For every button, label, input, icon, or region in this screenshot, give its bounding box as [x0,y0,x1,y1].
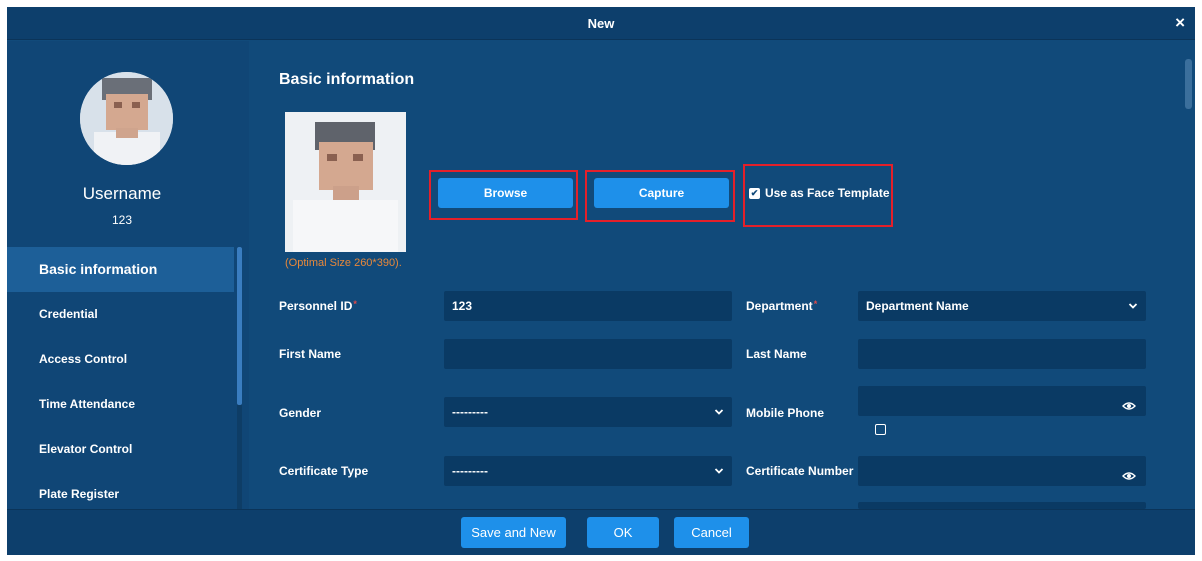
chevron-down-icon [1128,291,1138,332]
eye-icon[interactable] [1122,464,1136,494]
main-scrollbar-thumb[interactable] [1185,59,1192,109]
ok-button[interactable]: OK [587,517,659,548]
face-template-label: Use as Face Template [765,186,890,200]
main-scrollbar[interactable] [1185,59,1192,509]
face-template-checkbox[interactable]: ✔ Use as Face Template [749,186,890,200]
personnel-id-label-text: Personnel ID [279,299,353,313]
certificate-number-label: Certificate Number [746,464,854,478]
sidebar-scrollbar-thumb[interactable] [237,247,242,405]
first-name-label: First Name [279,347,342,361]
photo-eye-left [327,154,337,161]
department-label: Department* [746,299,817,313]
mobile-phone-label: Mobile Phone [746,406,824,420]
sidebar-user-id: 123 [111,213,133,227]
personnel-photo [285,112,406,252]
first-name-input[interactable] [444,339,732,369]
department-value: Department Name [866,299,969,313]
certificate-type-label: Certificate Type [279,464,369,478]
sidebar-item-basic-information[interactable]: Basic information [7,247,234,292]
next-row-input-partial[interactable] [858,502,1146,509]
new-person-dialog: New × Username 123 Basic information Cre… [7,7,1195,555]
capture-button[interactable]: Capture [594,178,729,208]
dialog-title: New [587,16,615,31]
main-panel: Basic information (Optimal Size 260*390)… [249,41,1195,509]
dialog-footer: Save and New OK Cancel [7,509,1195,555]
save-and-new-button[interactable]: Save and New [461,517,566,548]
department-select[interactable]: Department Name [858,291,1146,321]
gender-select[interactable]: --------- [444,397,732,427]
avatar-face [106,94,148,130]
gender-value: --------- [452,405,488,419]
eye-icon[interactable] [1122,394,1136,424]
mobile-phone-input[interactable] [858,386,1146,416]
sidebar-username: Username [82,184,162,203]
close-icon[interactable]: × [1175,14,1185,31]
sidebar: Username 123 Basic information Credentia… [7,41,249,509]
avatar-eye-right [132,102,140,108]
personnel-id-input[interactable]: 123 [444,291,732,321]
section-title: Basic information [279,71,415,88]
cancel-button[interactable]: Cancel [674,517,749,548]
certificate-number-input[interactable] [858,456,1146,486]
personnel-id-required-mark: * [353,299,357,309]
last-name-label: Last Name [746,347,807,361]
photo-shirt [293,200,398,252]
sidebar-item-credential[interactable]: Credential [7,292,234,337]
avatar-neck [116,128,138,138]
photo-eye-right [353,154,363,161]
browse-button[interactable]: Browse [438,178,573,208]
dialog-titlebar: New × [7,7,1195,40]
sidebar-item-elevator-control[interactable]: Elevator Control [7,427,234,472]
photo-face [319,142,373,190]
photo-size-hint: (Optimal Size 260*390). [285,257,402,269]
gender-label: Gender [279,406,322,420]
check-icon: ✔ [749,187,760,199]
certificate-type-select[interactable]: --------- [444,456,732,486]
certificate-type-value: --------- [452,464,488,478]
department-required-mark: * [813,299,818,309]
avatar [80,72,173,165]
personnel-id-label: Personnel ID* [279,299,357,313]
sidebar-nav: Basic information Credential Access Cont… [7,247,234,517]
mobile-phone-checkbox[interactable] [875,424,886,435]
sidebar-item-access-control[interactable]: Access Control [7,337,234,382]
last-name-input[interactable] [858,339,1146,369]
chevron-down-icon [714,397,724,438]
sidebar-scrollbar[interactable] [237,247,242,509]
chevron-down-icon [714,456,724,497]
avatar-eye-left [114,102,122,108]
sidebar-item-time-attendance[interactable]: Time Attendance [7,382,234,427]
department-label-text: Department [746,299,813,313]
